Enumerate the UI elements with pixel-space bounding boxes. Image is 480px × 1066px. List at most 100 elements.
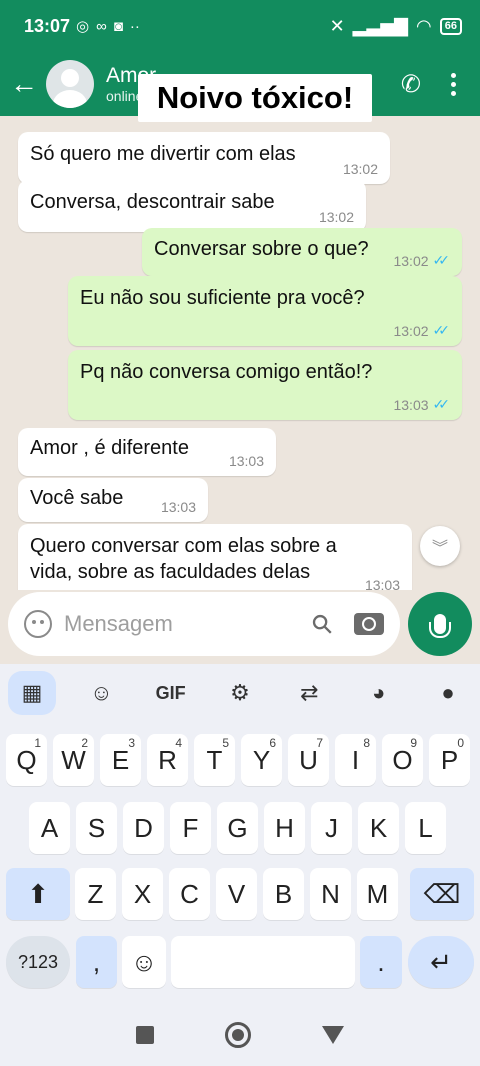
chevron-down-icon: ︾	[431, 540, 448, 557]
instagram-icon: ◙	[113, 17, 123, 35]
key-label: A	[40, 812, 59, 843]
emoji-icon[interactable]	[24, 610, 52, 638]
message-time: 13:02	[393, 322, 429, 339]
key-label: R	[158, 744, 177, 775]
key-hint: 0	[457, 736, 464, 750]
key-hint: 2	[81, 736, 88, 750]
key-v[interactable]: V	[216, 868, 257, 920]
key-n[interactable]: N	[310, 868, 351, 920]
message-text: Só quero me divertir com elas	[30, 143, 296, 165]
emoji-key-icon: ☺	[130, 946, 158, 977]
emoji-key[interactable]: ☺	[122, 936, 166, 988]
key-hint: 6	[269, 736, 276, 750]
comma-key[interactable]: ,	[76, 936, 117, 988]
key-label: P	[440, 744, 459, 775]
message-text: Quero conversar com elas sobre a vida, s…	[30, 535, 337, 583]
key-z[interactable]: Z	[75, 868, 116, 920]
more-options-icon[interactable]	[451, 72, 456, 96]
status-system-icons: ✕ ▂▃▅▇ ◠ 66	[330, 16, 462, 37]
back-arrow-icon[interactable]: ←	[2, 68, 46, 100]
key-hint: 8	[363, 736, 370, 750]
key-u[interactable]: U7	[288, 734, 329, 786]
battery-icon: 66	[439, 17, 462, 35]
home-icon[interactable]	[224, 1022, 251, 1048]
message-incoming[interactable]: Amor , é diferente 13:03	[18, 428, 276, 476]
space-key[interactable]	[171, 936, 355, 988]
status-time: 13:07	[24, 15, 71, 36]
key-e[interactable]: E3	[100, 734, 141, 786]
shift-key[interactable]: ⬆	[6, 868, 70, 920]
key-m[interactable]: M	[357, 868, 398, 920]
recent-apps-icon[interactable]	[135, 1026, 154, 1044]
key-x[interactable]: X	[122, 868, 163, 920]
key-label: L	[418, 812, 433, 843]
read-receipt-icon: ✓✓	[432, 396, 451, 412]
system-navigation-bar	[0, 1004, 480, 1066]
enter-icon: ↵	[430, 946, 452, 977]
message-incoming[interactable]: Conversa, descontrair sabe 13:02	[18, 180, 366, 232]
message-input[interactable]: Mensagem	[64, 611, 313, 637]
key-w[interactable]: W2	[53, 734, 94, 786]
symbols-key[interactable]: ?123	[6, 936, 70, 988]
key-label: ,	[92, 946, 101, 977]
key-q[interactable]: Q1	[6, 734, 47, 786]
key-y[interactable]: Y6	[241, 734, 282, 786]
message-incoming[interactable]: Você sabe 13:03	[18, 478, 208, 522]
key-o[interactable]: O9	[382, 734, 423, 786]
enter-key[interactable]: ↵	[408, 936, 474, 988]
key-k[interactable]: K	[358, 802, 399, 854]
key-l[interactable]: L	[405, 802, 446, 854]
backspace-key[interactable]: ⌫	[410, 868, 474, 920]
key-s[interactable]: S	[76, 802, 117, 854]
key-label: F	[182, 812, 199, 843]
message-incoming[interactable]: Só quero me divertir com elas 13:02	[18, 132, 390, 184]
message-text: Pq não conversa comigo então!?	[80, 361, 373, 383]
camera-icon[interactable]	[354, 613, 384, 635]
settings-gear-icon[interactable]: ⚙	[216, 671, 264, 715]
sticker-icon[interactable]: ☺	[77, 671, 125, 715]
back-triangle-icon[interactable]	[322, 1026, 345, 1044]
key-label: U	[299, 744, 318, 775]
translate-icon[interactable]: ⇄	[285, 671, 333, 715]
key-b[interactable]: B	[263, 868, 304, 920]
key-label: E	[111, 744, 130, 775]
key-label: D	[134, 812, 153, 843]
key-label: T	[206, 744, 223, 775]
wifi-icon: ◠	[416, 15, 432, 36]
message-time: 13:03	[364, 577, 400, 590]
key-label: .	[377, 946, 385, 977]
key-label: I	[351, 744, 360, 775]
message-outgoing[interactable]: Eu não sou suficiente pra você? 13:02 ✓✓	[68, 276, 462, 346]
key-p[interactable]: P0	[429, 734, 470, 786]
key-label: K	[369, 812, 388, 843]
key-i[interactable]: I8	[335, 734, 376, 786]
key-j[interactable]: J	[311, 802, 352, 854]
scroll-to-bottom-button[interactable]: ︾	[420, 526, 460, 566]
key-a[interactable]: A	[29, 802, 70, 854]
gif-button[interactable]: GIF	[147, 671, 195, 715]
key-d[interactable]: D	[123, 802, 164, 854]
key-h[interactable]: H	[264, 802, 305, 854]
theme-palette-icon[interactable]: ◕	[355, 671, 403, 715]
message-incoming[interactable]: Quero conversar com elas sobre a vida, s…	[18, 524, 412, 590]
phone-icon[interactable]: ✆	[401, 70, 421, 99]
key-c[interactable]: C	[169, 868, 210, 920]
message-outgoing[interactable]: Pq não conversa comigo então!? 13:03 ✓✓	[68, 350, 462, 420]
key-g[interactable]: G	[217, 802, 258, 854]
key-f[interactable]: F	[170, 802, 211, 854]
voice-typing-icon[interactable]: ●	[424, 671, 472, 715]
message-input-bar[interactable]: Mensagem ⚲	[8, 592, 400, 656]
key-label: ?123	[17, 951, 59, 972]
key-r[interactable]: R4	[147, 734, 188, 786]
message-list[interactable]: Só quero me divertir com elas 13:02 Conv…	[0, 116, 480, 590]
key-hint: 9	[410, 736, 417, 750]
key-t[interactable]: T5	[194, 734, 235, 786]
mic-icon	[429, 614, 451, 638]
message-outgoing[interactable]: Conversar sobre o que? 13:02 ✓✓	[142, 228, 462, 276]
avatar[interactable]	[46, 60, 94, 108]
key-hint: 5	[222, 736, 229, 750]
voice-record-button[interactable]	[408, 592, 472, 656]
apps-grid-icon[interactable]: ▦	[8, 671, 56, 715]
period-key[interactable]: .	[360, 936, 402, 988]
keyboard-toolbar: ▦ ☺ GIF ⚙ ⇄ ◕ ●	[0, 664, 480, 722]
